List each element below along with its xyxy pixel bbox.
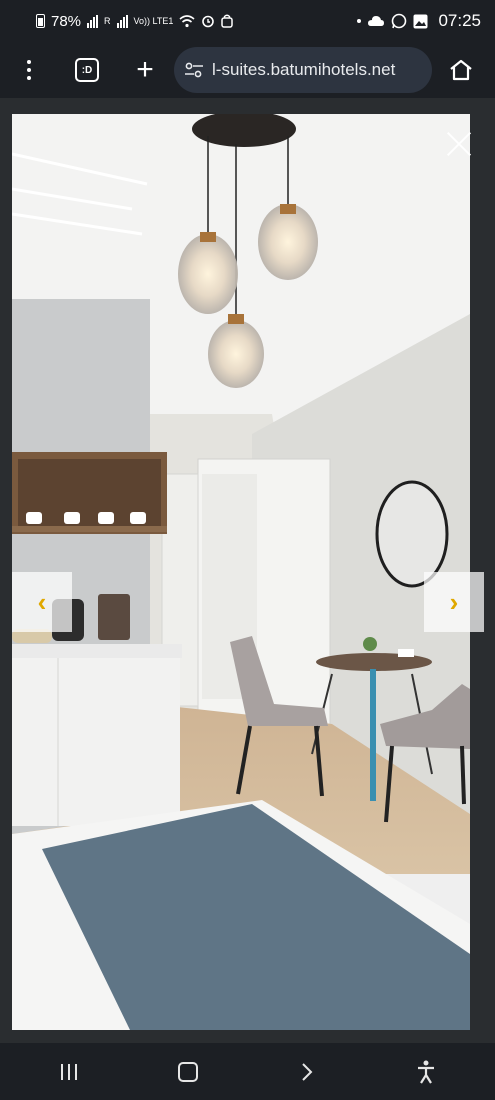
home-icon (450, 59, 472, 81)
address-bar[interactable]: l-suites.batumihotels.net (174, 47, 432, 93)
alarm-icon (202, 15, 215, 28)
browser-toolbar: :D + l-suites.batumihotels.net (0, 42, 495, 98)
accessibility-button[interactable] (396, 1043, 456, 1100)
recent-apps-icon (61, 1063, 78, 1080)
site-settings-icon (185, 62, 203, 78)
volte-label: Vo)) LTE1 (133, 16, 174, 26)
gallery-photo (12, 114, 470, 1030)
close-gallery-button[interactable] (445, 130, 473, 158)
previous-photo-button[interactable]: ‹ (12, 572, 72, 632)
chevron-left-icon: ‹ (37, 586, 47, 617)
whatsapp-icon (392, 13, 407, 29)
tabs-icon: :D (75, 58, 99, 82)
menu-button[interactable] (0, 42, 58, 98)
room-photo-image (12, 114, 470, 1030)
back-button[interactable] (277, 1043, 337, 1100)
add-icon: + (136, 53, 154, 86)
gallery-icon (413, 14, 428, 28)
home-nav-button[interactable] (158, 1043, 218, 1100)
signal-icon (87, 14, 99, 28)
url-text: l-suites.batumihotels.net (212, 60, 396, 79)
accessibility-icon (417, 1060, 434, 1084)
battery-percent: 78% (51, 12, 82, 30)
home-nav-icon (178, 1061, 199, 1082)
notification-dot-icon (357, 19, 362, 23)
next-photo-button[interactable]: › (424, 572, 484, 632)
menu-icon (27, 60, 31, 80)
network-r-label: R (104, 16, 111, 26)
back-icon (302, 1062, 313, 1081)
web-page: ‹ › (0, 98, 495, 1043)
status-bar: 78% R Vo)) LTE1 07:25 (0, 0, 495, 42)
recent-apps-button[interactable] (39, 1043, 99, 1100)
chevron-right-icon: › (449, 586, 459, 617)
tabs-button[interactable]: :D (58, 42, 116, 98)
cloud-icon (368, 16, 385, 26)
home-button[interactable] (432, 42, 490, 98)
secure-folder-icon (221, 14, 234, 28)
status-left: 78% R Vo)) LTE1 (36, 12, 234, 30)
signal-icon-2 (116, 14, 128, 28)
new-tab-button[interactable]: + (116, 42, 174, 98)
status-right: 07:25 (357, 11, 481, 31)
battery-icon (36, 14, 45, 28)
navigation-bar (0, 1043, 495, 1100)
clock: 07:25 (438, 11, 481, 30)
wifi-icon (179, 15, 195, 28)
